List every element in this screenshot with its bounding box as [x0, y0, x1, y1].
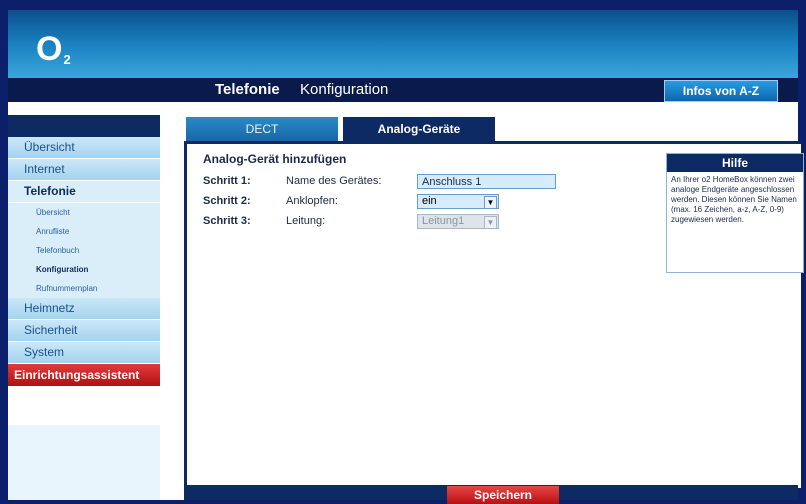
header-banner: O2: [8, 10, 798, 78]
sidebar-subitem-konfiguration[interactable]: Konfiguration: [8, 260, 160, 279]
line-select: Leitung1 ▼: [417, 214, 499, 229]
chevron-down-icon: ▼: [484, 196, 497, 209]
page-section-title: Telefonie: [215, 81, 280, 98]
device-name-label: Name des Gerätes:: [286, 175, 382, 187]
page-title: Konfiguration: [300, 81, 389, 98]
sidebar-item-heimnetz[interactable]: Heimnetz: [8, 298, 160, 320]
chevron-down-icon: ▼: [484, 216, 497, 229]
help-box: Hilfe An Ihrer o2 HomeBox können zwei an…: [666, 153, 804, 273]
setup-assistant-button[interactable]: Einrichtungsassistent: [8, 364, 160, 386]
line-label: Leitung:: [286, 215, 326, 227]
sidebar-item-system[interactable]: System: [8, 342, 160, 364]
device-name-input[interactable]: Anschluss 1: [417, 174, 556, 189]
tab-analog-geraete[interactable]: Analog-Geräte: [343, 117, 495, 141]
tab-dect[interactable]: DECT: [186, 117, 338, 141]
step-1-label: Schritt 1:: [203, 175, 251, 187]
form-title: Analog-Gerät hinzufügen: [203, 152, 347, 166]
sidebar-background: [8, 425, 160, 500]
sidebar-subitem-telefonbuch[interactable]: Telefonbuch: [8, 241, 160, 260]
line-value: Leitung1: [422, 215, 465, 227]
o2-logo: O2: [36, 30, 71, 68]
call-waiting-label: Anklopfen:: [286, 195, 338, 207]
sidebar: Übersicht Internet Telefonie Übersicht A…: [8, 115, 160, 386]
call-waiting-select[interactable]: ein ▼: [417, 194, 499, 209]
infos-a-z-button[interactable]: Infos von A-Z: [664, 80, 778, 102]
sidebar-item-uebersicht[interactable]: Übersicht: [8, 137, 160, 159]
sidebar-header: [8, 115, 160, 137]
sidebar-subitem-anrufliste[interactable]: Anrufliste: [8, 222, 160, 241]
sidebar-item-telefonie[interactable]: Telefonie: [8, 181, 160, 203]
sidebar-item-internet[interactable]: Internet: [8, 159, 160, 181]
sidebar-subitem-rufnummernplan[interactable]: Rufnummernplan: [8, 279, 160, 298]
save-button[interactable]: Speichern: [447, 486, 559, 504]
sidebar-subitem-uebersicht[interactable]: Übersicht: [8, 203, 160, 222]
help-text: An Ihrer o2 HomeBox können zwei analoge …: [671, 175, 797, 224]
step-3-label: Schritt 3:: [203, 215, 251, 227]
call-waiting-value: ein: [422, 195, 437, 207]
help-title: Hilfe: [667, 154, 803, 172]
step-2-label: Schritt 2:: [203, 195, 251, 207]
sidebar-item-sicherheit[interactable]: Sicherheit: [8, 320, 160, 342]
